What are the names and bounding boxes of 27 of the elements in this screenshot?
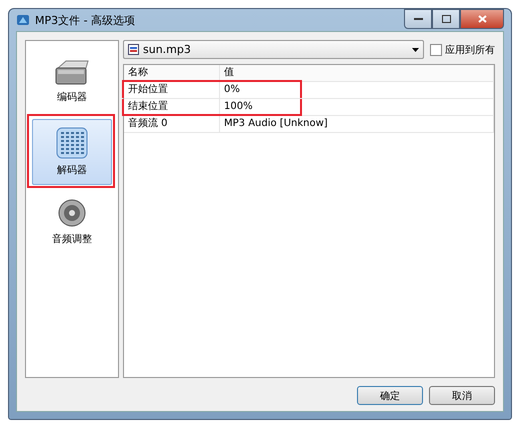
sidebar-item[interactable]: 编码器 xyxy=(32,49,112,115)
table-cell: 开始位置 xyxy=(124,82,220,98)
maximize-icon xyxy=(442,15,450,23)
column-header: 值 xyxy=(220,65,494,81)
minimize-button[interactable] xyxy=(404,9,432,29)
apply-all-checkbox[interactable]: 应用到所有 xyxy=(430,42,495,56)
file-icon xyxy=(128,44,139,55)
close-icon xyxy=(478,15,486,23)
grid-icon xyxy=(56,127,88,159)
speaker-icon xyxy=(57,198,87,228)
app-icon xyxy=(16,14,30,26)
table-cell: MP3 Audio [Unknow] xyxy=(220,116,494,132)
caret-icon xyxy=(412,48,419,52)
table-cell: 音频流 0 xyxy=(124,116,220,132)
column-header: 名称 xyxy=(124,65,220,81)
file-dropdown[interactable]: sun.mp3 xyxy=(123,40,424,59)
table-cell: 100% xyxy=(220,99,494,115)
sidebar-item[interactable]: 音频调整 xyxy=(32,189,112,255)
table-cell: 0% xyxy=(220,82,494,98)
maximize-button[interactable] xyxy=(432,9,460,29)
minimize-icon xyxy=(414,18,422,20)
drive-icon xyxy=(54,60,90,86)
table-cell: 结束位置 xyxy=(124,99,220,115)
window-title: MP3文件 - 高级选项 xyxy=(35,12,136,28)
cancel-button[interactable]: 取消 xyxy=(429,386,495,405)
ok-button[interactable]: 确定 xyxy=(357,386,423,405)
close-button[interactable] xyxy=(460,9,504,29)
